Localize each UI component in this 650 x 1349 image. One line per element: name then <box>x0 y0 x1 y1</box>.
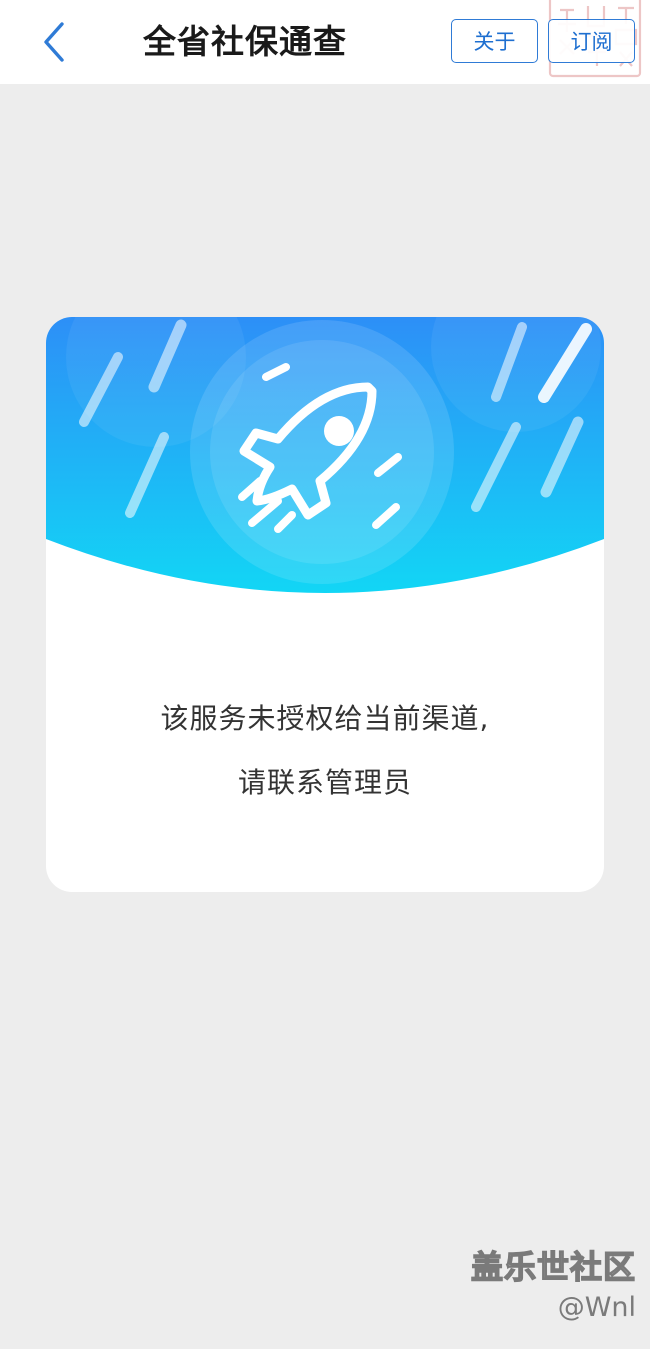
unauthorized-message-line1: 该服务未授权给当前渠道, <box>160 702 490 735</box>
community-watermark: 盖乐世社区 @Wnl <box>470 1247 636 1325</box>
watermark-user: @Wnl <box>557 1292 636 1323</box>
watermark-brand: 盖乐世社区 <box>470 1247 636 1286</box>
top-nav-bar: 全省社保通查 关于 订阅 <box>0 0 650 84</box>
about-button[interactable]: 关于 <box>451 19 538 63</box>
error-card: 该服务未授权给当前渠道, 请联系管理员 <box>46 317 604 892</box>
page-title: 全省社保通查 <box>143 22 347 61</box>
subscribe-button[interactable]: 订阅 <box>548 19 635 63</box>
unauthorized-message-line2: 请联系管理员 <box>237 766 412 799</box>
rocket-banner-illustration <box>46 317 604 593</box>
